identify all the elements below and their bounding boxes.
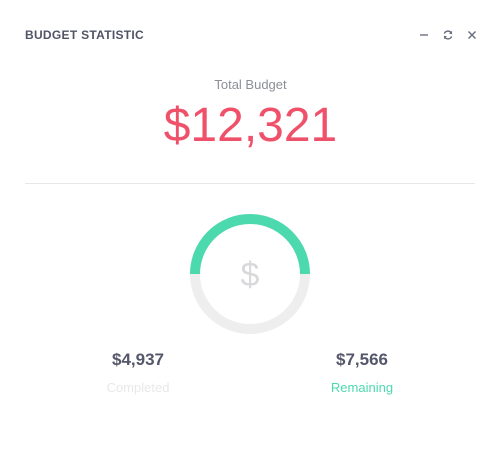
completed-value: $4,937 <box>112 350 164 369</box>
budget-statistic-card: BUDGET STATISTIC Total Budget $12,321 $ … <box>0 0 501 451</box>
completed-label: Completed <box>106 380 170 395</box>
remaining-value: $7,566 <box>336 350 388 369</box>
dollar-icon: $ <box>241 256 260 294</box>
remaining-label: Remaining <box>330 380 394 395</box>
completed-stat: $4,937 Completed <box>78 349 198 396</box>
card-tools <box>417 28 479 42</box>
close-icon[interactable] <box>465 28 479 42</box>
budget-gauge: $ <box>189 213 311 335</box>
total-budget-label: Total Budget <box>214 77 287 92</box>
remaining-stat: $7,566 Remaining <box>302 349 422 396</box>
card-title: BUDGET STATISTIC <box>25 28 145 42</box>
refresh-icon[interactable] <box>441 28 455 42</box>
divider <box>25 183 475 184</box>
minus-icon[interactable] <box>417 28 431 42</box>
total-budget-value: $12,321 <box>163 99 338 152</box>
